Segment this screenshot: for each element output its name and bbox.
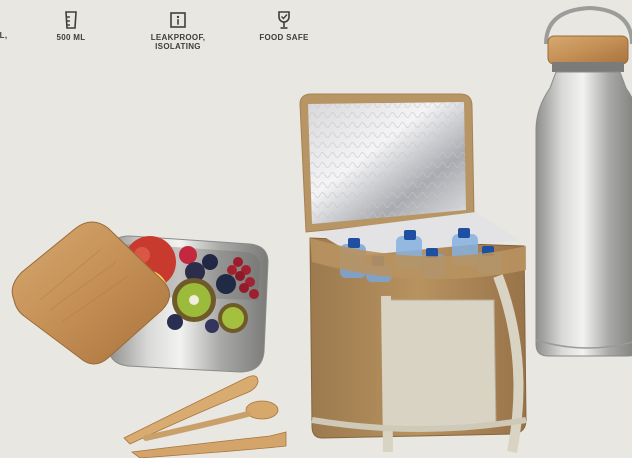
lunch-box (11, 221, 287, 458)
products-illustration (11, 5, 632, 458)
steel-bottle (535, 5, 632, 357)
product-photo: EL, 500 ML LEAKPROOF, ISOLATING FOOD SAF… (0, 0, 632, 458)
cooler-bag (299, 93, 527, 453)
